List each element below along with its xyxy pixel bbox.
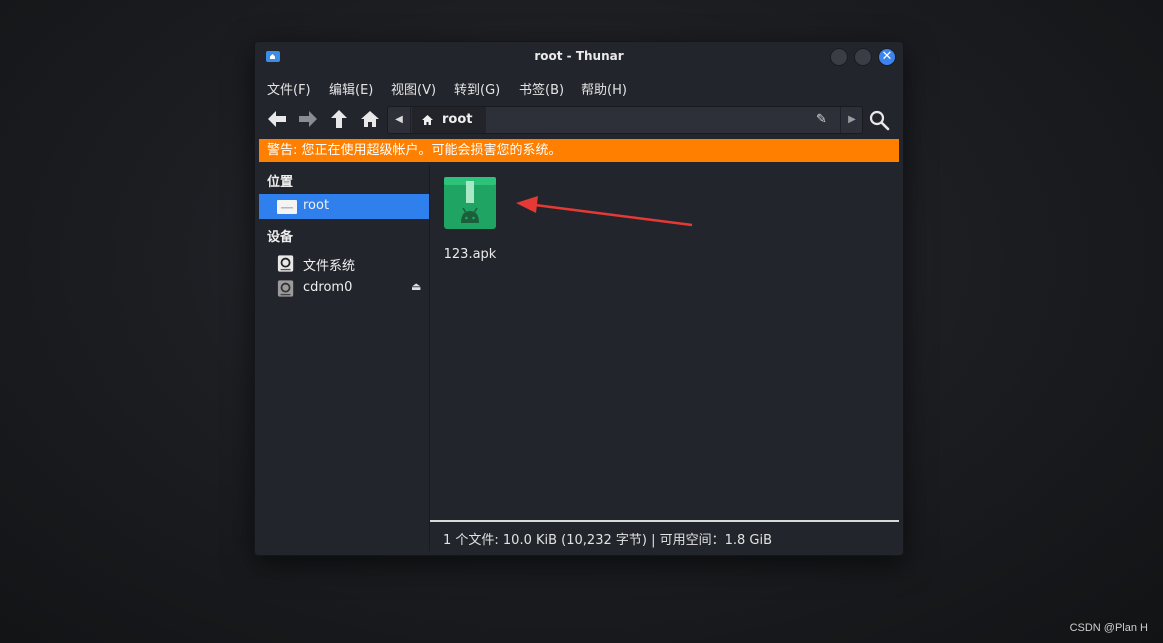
- sidebar: 位置 root 设备 文件系统 cdrom0 ⏏: [259, 165, 429, 551]
- sidebar-item-label: root: [303, 198, 330, 213]
- window-title: root - Thunar: [534, 49, 624, 63]
- devices-heading: 设备: [267, 230, 294, 245]
- file-name: 123.apk: [443, 247, 497, 262]
- menu-file[interactable]: 文件(F): [267, 79, 311, 98]
- title-bar[interactable]: root - Thunar ✕: [255, 42, 903, 72]
- sidebar-item-filesystem[interactable]: 文件系统: [259, 251, 429, 276]
- path-entry[interactable]: ✎: [486, 107, 838, 133]
- toolbar: ◀ root ✎ ▶: [255, 104, 903, 136]
- sidebar-item-root[interactable]: root: [259, 194, 429, 219]
- forward-icon[interactable]: [295, 108, 321, 132]
- file-view[interactable]: 123.apk: [430, 165, 899, 518]
- location-bar[interactable]: ◀ root ✎ ▶: [387, 106, 863, 134]
- path-root-label: root: [442, 112, 473, 127]
- pencil-icon[interactable]: ✎: [816, 112, 827, 127]
- root-warning-banner: 警告: 您正在使用超级帐户。可能会损害您的系统。: [259, 139, 899, 162]
- cdrom-icon: [277, 280, 294, 297]
- maximize-button[interactable]: [854, 48, 872, 66]
- path-scroll-right-icon[interactable]: ▶: [840, 107, 863, 133]
- watermark: CSDN @Plan H: [1069, 622, 1148, 634]
- up-icon[interactable]: [326, 108, 352, 132]
- status-text: 1 个文件: 10.0 KiB (10,232 字节) | 可用空间：1.8 G…: [443, 533, 772, 548]
- menu-help[interactable]: 帮助(H): [581, 79, 627, 98]
- home-icon[interactable]: [357, 108, 383, 132]
- eject-icon[interactable]: ⏏: [411, 280, 421, 293]
- sidebar-item-label: cdrom0: [303, 280, 353, 295]
- sidebar-item-label: 文件系统: [303, 259, 356, 274]
- minimize-button[interactable]: [830, 48, 848, 66]
- status-bar: 1 个文件: 10.0 KiB (10,232 字节) | 可用空间：1.8 G…: [430, 520, 899, 551]
- folder-icon: [277, 200, 297, 214]
- annotation-arrow: [516, 196, 693, 227]
- places-heading: 位置: [267, 175, 294, 190]
- drive-icon: [277, 255, 294, 272]
- menu-bar: 文件(F) 编辑(E) 视图(V) 转到(G) 书签(B) 帮助(H): [255, 74, 903, 100]
- close-button[interactable]: ✕: [878, 48, 896, 66]
- path-button-root[interactable]: root: [412, 107, 486, 133]
- search-icon[interactable]: [867, 108, 893, 132]
- back-icon[interactable]: [264, 108, 290, 132]
- menu-view[interactable]: 视图(V): [391, 79, 436, 98]
- menu-bookmarks[interactable]: 书签(B): [519, 79, 564, 98]
- menu-go[interactable]: 转到(G): [454, 79, 500, 98]
- path-scroll-left-icon[interactable]: ◀: [388, 107, 411, 133]
- sidebar-item-cdrom0[interactable]: cdrom0 ⏏: [259, 276, 429, 301]
- menu-edit[interactable]: 编辑(E): [329, 79, 373, 98]
- thunar-window: root - Thunar ✕ 文件(F) 编辑(E) 视图(V) 转到(G) …: [254, 41, 904, 556]
- home-small-icon: [422, 115, 433, 125]
